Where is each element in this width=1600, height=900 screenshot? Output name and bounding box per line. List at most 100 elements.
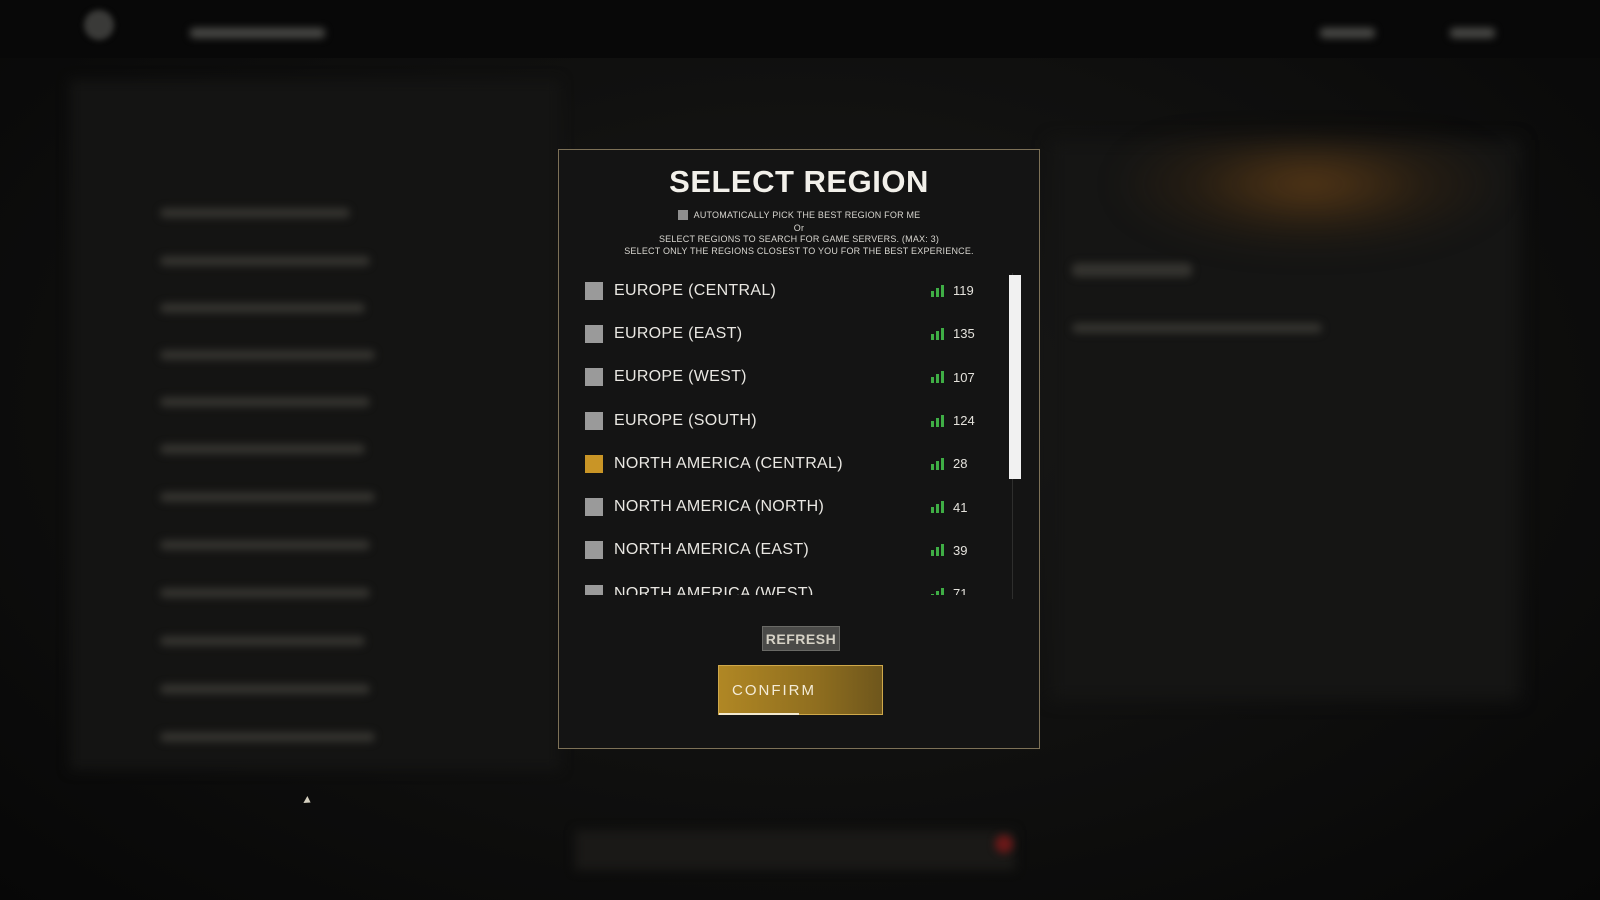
signal-bar: [936, 547, 939, 557]
region-ping: 119: [953, 283, 974, 299]
signal-bar: [936, 460, 939, 470]
signal-bar: [941, 414, 944, 427]
region-ping: 28: [953, 456, 968, 472]
signal-bar: [936, 330, 939, 340]
background-list-row: [160, 540, 370, 550]
or-separator: Or: [793, 223, 805, 233]
background-heading: [1072, 263, 1192, 277]
region-row[interactable]: EUROPE (WEST) 107: [583, 356, 993, 399]
auto-pick-label: AUTOMATICALLY PICK THE BEST REGION FOR M…: [693, 210, 921, 220]
region-row[interactable]: NORTH AMERICA (WEST) 71: [583, 572, 993, 595]
signal-bar: [941, 457, 944, 470]
background-list-row: [160, 397, 370, 407]
signal-bar: [941, 327, 944, 340]
region-label: EUROPE (WEST): [614, 368, 747, 386]
region-checkbox[interactable]: [585, 584, 603, 595]
region-label: NORTH AMERICA (NORTH): [614, 498, 825, 516]
background-list-row: [160, 684, 370, 694]
region-ping: 124: [953, 413, 975, 429]
region-checkbox[interactable]: [585, 411, 603, 430]
select-region-modal: SELECT REGION AUTOMATICALLY PICK THE BES…: [558, 149, 1040, 749]
region-label: EUROPE (EAST): [614, 324, 743, 342]
background-banner-glow: [1120, 140, 1500, 250]
confirm-button[interactable]: CONFIRM: [718, 665, 883, 715]
signal-bar: [936, 590, 939, 595]
mouse-cursor-icon: [303, 796, 313, 806]
region-ping: 39: [953, 542, 968, 558]
region-ping: 135: [953, 326, 975, 342]
background-list-row: [160, 350, 375, 360]
region-label: EUROPE (CENTRAL): [614, 281, 777, 299]
signal-bar: [931, 290, 934, 297]
signal-bar: [931, 463, 934, 470]
region-list: EUROPE (CENTRAL) 119 EUROPE (EAST) 135 EUROP…: [583, 269, 993, 595]
region-row[interactable]: EUROPE (SOUTH) 124: [583, 399, 993, 442]
region-row[interactable]: NORTH AMERICA (NORTH) 41: [583, 485, 993, 528]
region-label: NORTH AMERICA (CENTRAL): [614, 454, 843, 472]
background-list-row: [160, 444, 365, 454]
signal-strength-icon: [931, 327, 945, 340]
instruction-text: SELECT REGIONS TO SEARCH FOR GAME SERVER…: [658, 234, 940, 244]
background-bottom-indicator: [995, 835, 1013, 853]
region-row[interactable]: EUROPE (CENTRAL) 119: [583, 269, 993, 312]
signal-bar: [941, 371, 944, 384]
modal-title: SELECT REGION: [669, 164, 929, 199]
signal-strength-icon: [931, 544, 945, 557]
background-list-row: [160, 732, 375, 742]
signal-bar: [941, 284, 944, 297]
signal-bar: [931, 420, 934, 427]
signal-strength-icon: [931, 457, 945, 470]
background-top-text: [1320, 28, 1375, 38]
background-list-row: [160, 256, 370, 266]
region-ping: 41: [953, 499, 968, 515]
signal-bar: [931, 550, 934, 557]
region-row[interactable]: NORTH AMERICA (CENTRAL) 28: [583, 442, 993, 485]
background-logo: [84, 10, 114, 40]
signal-bar: [931, 377, 934, 384]
region-checkbox[interactable]: [585, 368, 603, 387]
region-label: NORTH AMERICA (EAST): [614, 541, 810, 559]
background-list-row: [160, 303, 365, 313]
background-list-row: [160, 492, 375, 502]
signal-bar: [936, 417, 939, 427]
signal-bar: [936, 287, 939, 297]
signal-bar: [941, 587, 944, 595]
background-list-row: [160, 588, 370, 598]
signal-bar: [936, 504, 939, 514]
background-text: [1072, 323, 1322, 333]
refresh-button[interactable]: REFRESH: [762, 626, 840, 651]
signal-strength-icon: [931, 414, 945, 427]
signal-strength-icon: [931, 284, 945, 297]
region-row[interactable]: EUROPE (EAST) 135: [583, 312, 993, 355]
region-checkbox[interactable]: [585, 281, 603, 300]
signal-strength-icon: [931, 371, 945, 384]
region-label: NORTH AMERICA (WEST): [614, 584, 814, 595]
signal-bar: [941, 544, 944, 557]
signal-strength-icon: [931, 501, 945, 514]
background-top-text: [190, 28, 325, 38]
background-list-row: [160, 208, 350, 218]
region-row[interactable]: NORTH AMERICA (EAST) 39: [583, 529, 993, 572]
instruction-text: SELECT ONLY THE REGIONS CLOSEST TO YOU F…: [624, 246, 974, 256]
signal-bar: [941, 501, 944, 514]
region-checkbox[interactable]: [585, 324, 603, 343]
background-left-panel: [70, 80, 560, 770]
scrollbar-thumb[interactable]: [1009, 275, 1021, 479]
auto-pick-checkbox[interactable]: [677, 210, 688, 220]
signal-bar: [931, 593, 934, 595]
background-top-text: [1450, 28, 1495, 38]
region-label: EUROPE (SOUTH): [614, 411, 757, 429]
background-bottom-bar: [575, 830, 1015, 870]
region-ping: 71: [953, 586, 968, 595]
confirm-underline: [719, 713, 799, 715]
signal-bar: [936, 374, 939, 384]
signal-strength-icon: [931, 587, 945, 595]
signal-bar: [931, 507, 934, 514]
region-checkbox[interactable]: [585, 454, 603, 473]
region-checkbox[interactable]: [585, 498, 603, 517]
region-ping: 107: [953, 369, 975, 385]
background-list-row: [160, 636, 365, 646]
region-checkbox[interactable]: [585, 541, 603, 560]
auto-pick-row[interactable]: AUTOMATICALLY PICK THE BEST REGION FOR M…: [559, 210, 1039, 220]
signal-bar: [931, 333, 934, 340]
